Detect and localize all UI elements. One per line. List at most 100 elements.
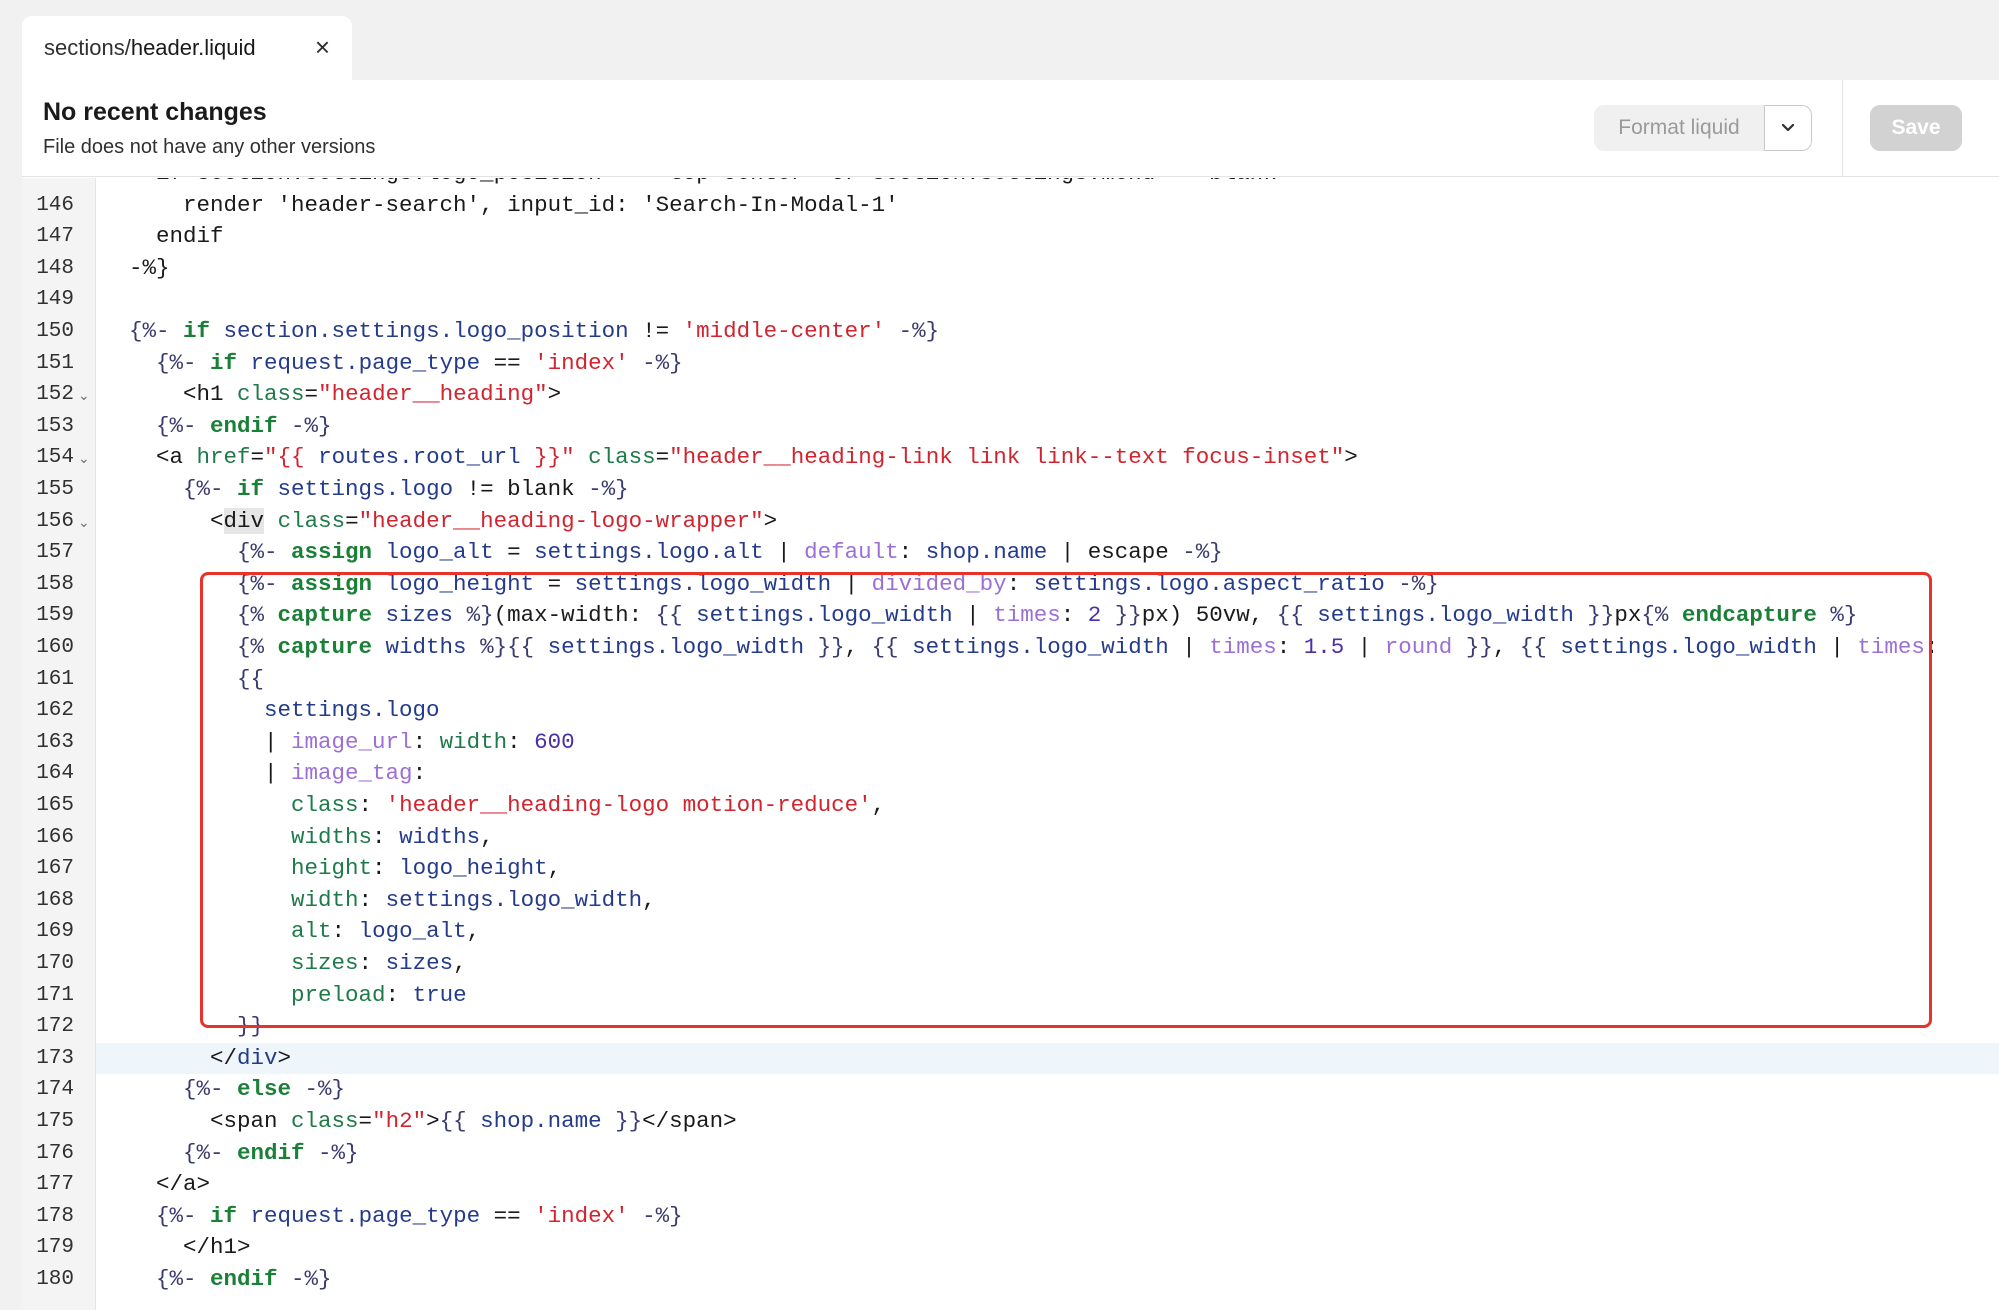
code-token: | — [952, 602, 994, 629]
code-token: 'header__heading-logo motion-reduce' — [385, 792, 872, 818]
code-line[interactable]: 163 | image_url: width: 600 — [22, 727, 1999, 759]
code-token: class — [277, 507, 346, 534]
code-text: width: settings.logo_width, — [102, 885, 656, 917]
code-line[interactable]: 172 }} — [22, 1011, 1999, 1043]
line-number: 173 — [36, 1046, 74, 1070]
code-line[interactable]: 165 class: 'header__heading-logo motion-… — [22, 790, 1999, 822]
code-line[interactable]: 180 {%- endif -%} — [22, 1264, 1999, 1296]
code-token: div — [223, 507, 265, 534]
code-line[interactable]: 150 {%- if section.settings.logo_positio… — [22, 316, 1999, 348]
code-token: != blank — [453, 476, 589, 502]
code-token: = — [358, 1108, 373, 1134]
code-token: times — [1857, 634, 1925, 660]
code-token: settings.logo_width — [1317, 602, 1574, 629]
code-line[interactable]: 147 endif — [22, 221, 1999, 253]
line-number: 169 — [36, 920, 74, 944]
code-token: height — [102, 855, 373, 882]
line-number: 162 — [36, 699, 74, 723]
fold-chevron-icon[interactable]: ⌄ — [78, 508, 90, 540]
code-token: endif — [210, 412, 278, 439]
code-token: : — [1276, 634, 1304, 660]
code-line[interactable]: 173 </div> — [22, 1042, 1999, 1075]
code-line[interactable]: 156 ⌄ <div class="header__heading-logo-wr… — [22, 506, 1999, 538]
code-token: 'index' — [534, 1202, 629, 1229]
line-number: 164 — [36, 762, 74, 786]
code-line[interactable]: 149 — [22, 284, 1999, 316]
code-line[interactable]: 167 height: logo_height, — [22, 853, 1999, 885]
code-token: -%} — [277, 412, 332, 439]
code-token: -%} — [628, 1202, 683, 1229]
code-token: {%- — [102, 1139, 238, 1166]
close-tab-icon[interactable]: × — [315, 34, 330, 60]
code-text: height: logo_height, — [102, 853, 561, 885]
editor-panel: No recent changes File does not have any… — [22, 80, 1999, 1310]
code-line[interactable]: 155 {%- if settings.logo != blank -%} — [22, 474, 1999, 506]
code-token: true — [412, 981, 467, 1008]
code-text: <div class="header__heading-logo-wrapper… — [102, 506, 777, 538]
code-line[interactable]: 152 ⌄ <h1 class="header__heading"> — [22, 379, 1999, 411]
code-line[interactable]: 159 {% capture sizes %}(max-width: {{ se… — [22, 600, 1999, 632]
code-token: 1.5 — [1303, 634, 1345, 660]
code-editor[interactable]: 145 if section.settings.logo_position ==… — [22, 178, 1999, 1310]
code-line[interactable]: 179 </h1> — [22, 1232, 1999, 1264]
code-line[interactable]: 154 ⌄ <a href="{{ routes.root_url }}" cla… — [22, 442, 1999, 474]
line-number: 171 — [36, 983, 74, 1007]
code-token: logo_alt — [372, 539, 494, 566]
code-line[interactable]: 158 {%- assign logo_height = settings.lo… — [22, 569, 1999, 601]
fold-chevron-icon[interactable]: ⌄ — [78, 381, 90, 413]
code-line[interactable]: 177 </a> — [22, 1169, 1999, 1201]
code-token: image_tag — [291, 760, 413, 787]
code-line[interactable]: 153 {%- endif -%} — [22, 411, 1999, 443]
code-line[interactable]: 162 settings.logo — [22, 695, 1999, 727]
code-line[interactable]: 161 {{ — [22, 664, 1999, 696]
code-token: settings.logo_width — [696, 602, 953, 629]
code-text: </a> — [102, 1169, 210, 1201]
file-tab[interactable]: sections/header.liquid × — [22, 16, 352, 80]
code-line[interactable]: 171 preload: true — [22, 980, 1999, 1012]
code-token: else — [237, 1076, 292, 1103]
format-liquid-button[interactable]: Format liquid — [1594, 105, 1764, 151]
code-token: , — [547, 855, 562, 882]
code-line[interactable]: 170 sizes: sizes, — [22, 948, 1999, 980]
code-token: </ — [102, 1044, 238, 1071]
code-token: endif — [102, 223, 224, 250]
code-line[interactable]: 146 render 'header-search', input_id: 'S… — [22, 190, 1999, 222]
code-token: settings.logo_width — [574, 570, 832, 597]
save-button[interactable]: Save — [1870, 105, 1962, 151]
code-token: if section.settings.logo_position == 'to… — [102, 178, 1277, 186]
code-text: {% capture widths %}{{ settings.logo_wid… — [102, 632, 1938, 664]
format-options-dropdown[interactable] — [1764, 105, 1812, 151]
tab-path: sections/header.liquid — [44, 35, 256, 60]
code-line[interactable]: 178 {%- if request.page_type == 'index' … — [22, 1201, 1999, 1233]
code-line[interactable]: 176 {%- endif -%} — [22, 1138, 1999, 1170]
code-token: > — [547, 381, 562, 408]
code-token: -%} — [1182, 539, 1223, 566]
code-text: {%- assign logo_height = settings.logo_w… — [102, 569, 1439, 601]
code-line[interactable]: 151 {%- if request.page_type == 'index' … — [22, 348, 1999, 380]
code-line[interactable]: 169 alt: logo_alt, — [22, 916, 1999, 948]
code-line[interactable]: 148 -%} — [22, 253, 1999, 285]
code-token: | — [1344, 634, 1385, 660]
line-number: 177 — [36, 1173, 74, 1197]
code-token: round — [1384, 634, 1453, 660]
code-line[interactable]: 166 widths: widths, — [22, 822, 1999, 854]
code-line[interactable]: 160 {% capture widths %}{{ settings.logo… — [22, 632, 1999, 664]
line-number: 145 — [22, 178, 74, 190]
code-token: }} — [1573, 602, 1615, 629]
code-line[interactable]: 157 {%- assign logo_alt = settings.logo.… — [22, 537, 1999, 569]
code-line[interactable]: 175 <span class="h2">{{ shop.name }}</sp… — [22, 1106, 1999, 1138]
code-token: : — [358, 950, 386, 976]
code-token: == — [480, 349, 535, 376]
code-token: "h2" — [372, 1108, 427, 1134]
code-line[interactable]: 174 {%- else -%} — [22, 1074, 1999, 1106]
header-divider — [1842, 80, 1843, 177]
code-token: </span> — [642, 1108, 737, 1134]
code-text: endif — [102, 221, 224, 253]
code-token: sizes — [102, 950, 359, 976]
code-token: | — [831, 570, 872, 597]
code-line[interactable]: 164 | image_tag: — [22, 758, 1999, 790]
code-line[interactable]: 168 width: settings.logo_width, — [22, 885, 1999, 917]
fold-chevron-icon[interactable]: ⌄ — [78, 444, 90, 476]
code-line[interactable]: 145 if section.settings.logo_position ==… — [22, 178, 1999, 190]
